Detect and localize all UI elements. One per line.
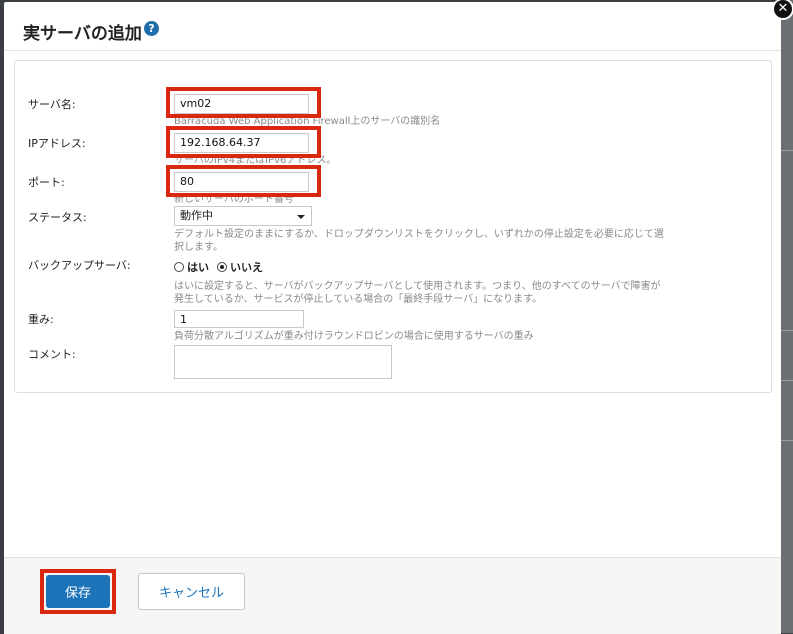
form-panel: サーバ名: vm02 Barracuda Web Application Fir… (14, 60, 772, 393)
backup-server-help: はいに設定すると、サーバがバックアップサーバとして使用されます。つまり、他のすべ… (174, 281, 661, 305)
backup-yes-radio[interactable] (174, 262, 184, 272)
close-icon[interactable]: ✕ (772, 0, 793, 20)
weight-label: 重み: (28, 313, 54, 326)
dialog-header: 実サーバの追加 ? (4, 2, 781, 51)
status-label: ステータス: (28, 211, 87, 224)
server-name-label: サーバ名: (28, 98, 76, 111)
server-name-highlight (166, 87, 321, 118)
ip-address-label: IPアドレス: (28, 137, 86, 150)
cancel-button[interactable]: キャンセル (138, 573, 245, 610)
backup-server-radio-group: はい いいえ (174, 259, 263, 275)
help-icon[interactable]: ? (144, 21, 159, 36)
save-button[interactable]: 保存 (46, 575, 110, 608)
background-page (779, 0, 793, 633)
chevron-down-icon (297, 215, 305, 219)
background-divider (781, 380, 793, 381)
status-selected-value: 動作中 (180, 209, 213, 222)
comment-textarea[interactable] (174, 345, 392, 379)
background-divider (781, 150, 793, 151)
status-help: デフォルト設定のままにするか、ドロップダウンリストをクリックし、いずれかの停止設… (174, 229, 664, 253)
weight-help: 負荷分散アルゴリズムが重み付けラウンドロビンの場合に使用するサーバの重み (174, 331, 534, 342)
dialog-title: 実サーバの追加 (23, 24, 142, 44)
status-select[interactable]: 動作中 (174, 206, 312, 226)
weight-input[interactable]: 1 (174, 310, 304, 328)
backup-no-label[interactable]: いいえ (230, 259, 263, 275)
backup-yes-label[interactable]: はい (187, 259, 209, 275)
comment-label: コメント: (28, 348, 76, 361)
add-real-server-dialog: 実サーバの追加 ? ✕ サーバ名: vm02 Barracuda Web App… (4, 0, 793, 634)
background-divider (781, 440, 793, 441)
background-divider (781, 330, 793, 331)
backup-server-label: バックアップサーバ: (28, 259, 131, 272)
ip-address-highlight (166, 126, 321, 158)
dialog-footer (4, 557, 781, 634)
port-label: ポート: (28, 176, 65, 189)
backup-no-radio[interactable] (217, 262, 227, 272)
port-highlight (166, 165, 321, 197)
